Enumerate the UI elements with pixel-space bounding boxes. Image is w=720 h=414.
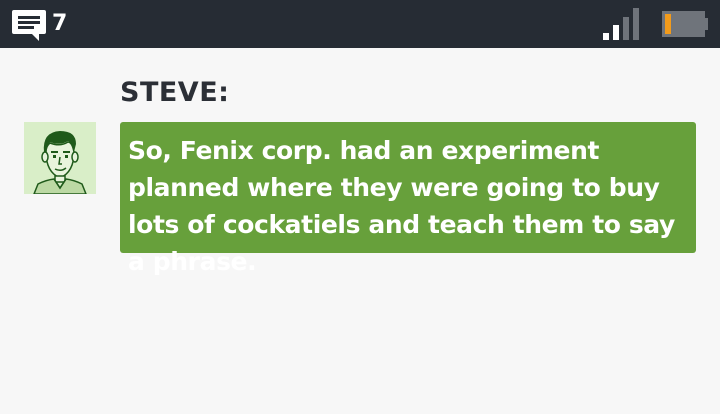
signal-strength-icon	[603, 8, 639, 40]
battery-low-icon	[662, 11, 708, 37]
speaker-name: STEVE:	[120, 77, 230, 108]
message-text: So, Fenix corp. had an experiment planne…	[128, 136, 675, 276]
status-bar: 7	[0, 0, 720, 48]
steve-portrait-avatar	[24, 122, 96, 194]
message-count: 7	[52, 11, 68, 36]
message-bubble: So, Fenix corp. had an experiment planne…	[120, 122, 696, 276]
speech-bubble-icon[interactable]	[11, 8, 47, 42]
